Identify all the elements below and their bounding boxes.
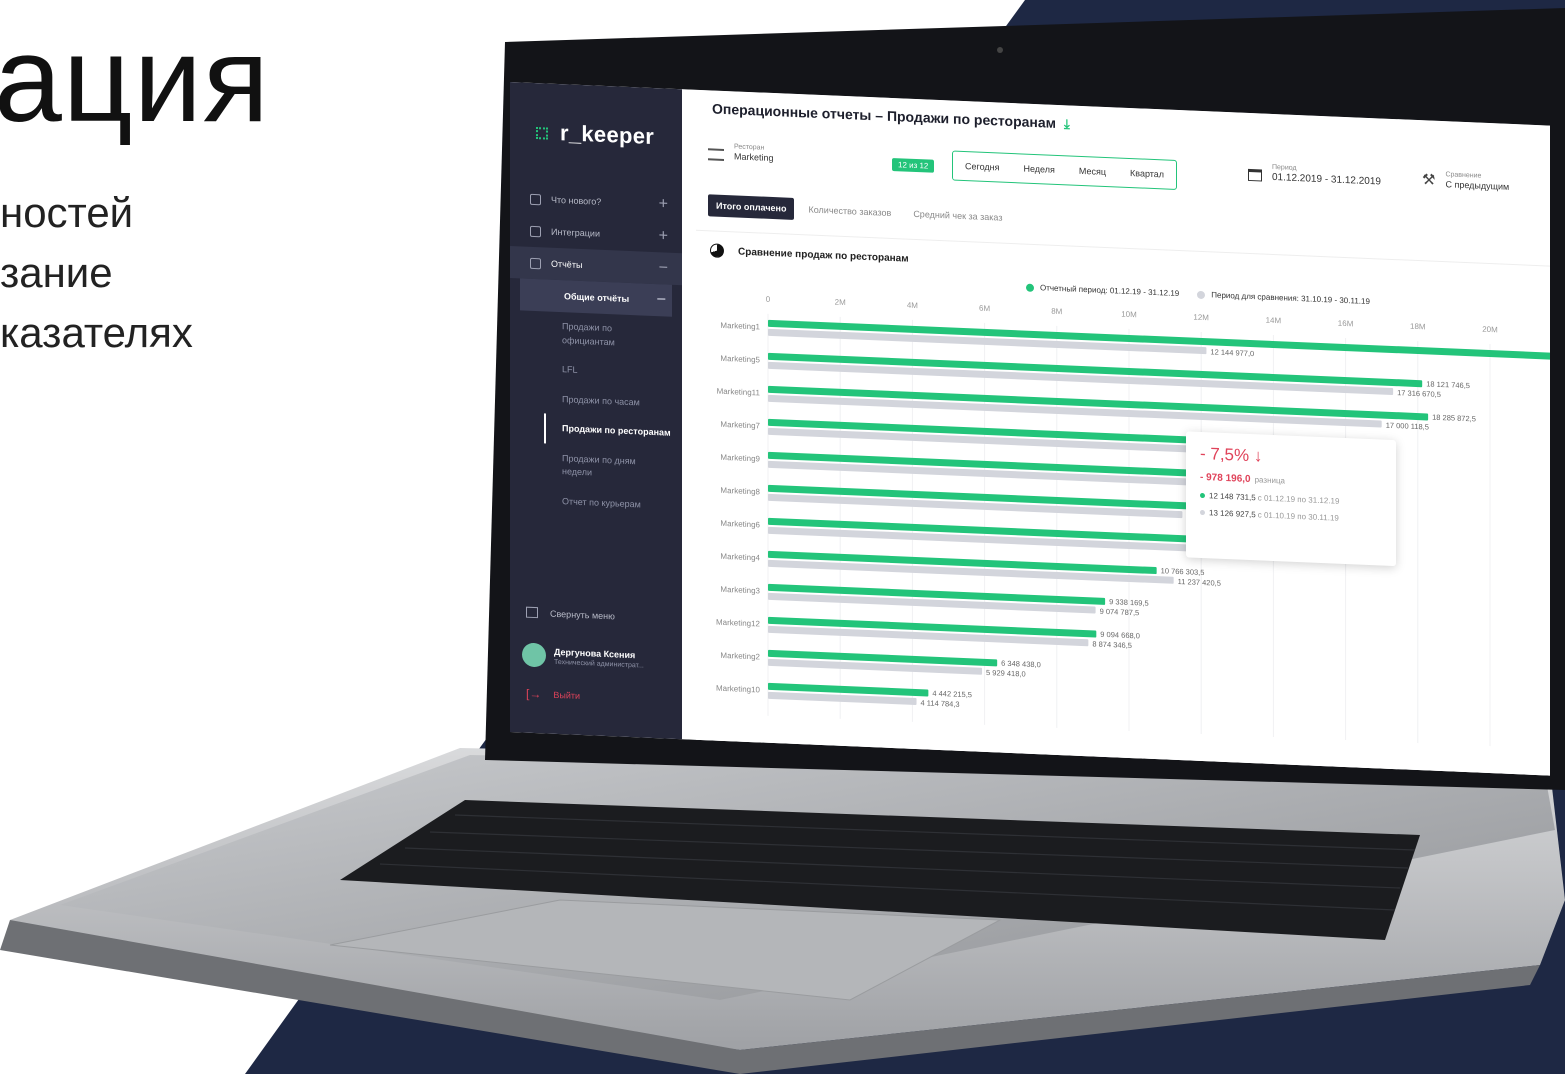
x-tick-label: 8M xyxy=(1051,307,1062,316)
data-label: 9 338 169,5 xyxy=(1109,597,1149,608)
pie-chart-icon xyxy=(710,243,724,258)
expand-plus-icon[interactable]: + xyxy=(659,195,668,213)
sidebar-item-general-reports[interactable]: Общие отчёты − xyxy=(520,278,672,317)
sidebar-link-hours[interactable]: Продажи по часам xyxy=(510,383,660,419)
category-label: Marketing2 xyxy=(720,651,760,662)
collapse-minus-icon[interactable]: − xyxy=(659,259,668,277)
x-tick-label: 18M xyxy=(1410,322,1426,332)
tooltip-current-dot xyxy=(1200,492,1205,499)
tab-month[interactable]: Месяц xyxy=(1067,165,1118,177)
sidebar-nav: Что нового? + Интеграции + Отчёты − Общи… xyxy=(510,182,694,521)
logo[interactable]: r_keeper xyxy=(536,119,654,150)
tab-average-check[interactable]: Средний чек за заказ xyxy=(905,203,1010,229)
x-tick-label: 4M xyxy=(907,301,918,310)
avatar xyxy=(522,642,546,668)
x-tick-label: 2M xyxy=(835,298,846,307)
data-label: 8 874 346,5 xyxy=(1092,639,1132,650)
tooltip-current: 12 148 731,5 с 01.12.19 по 31.12.19 xyxy=(1200,491,1382,508)
data-label: 9 094 668,0 xyxy=(1100,630,1140,641)
logout-icon: [→ xyxy=(526,686,542,702)
category-label: Marketing11 xyxy=(717,387,761,398)
data-label: 11 237 420,5 xyxy=(1178,577,1221,588)
compare-select[interactable]: ⚒ Сравнение С предыдущим xyxy=(1422,170,1509,192)
data-label: 9 074 787,5 xyxy=(1100,607,1140,618)
logout-button[interactable]: [→ Выйти xyxy=(526,687,580,703)
data-label: 5 929 418,0 xyxy=(986,668,1026,679)
store-select[interactable]: Ресторан Marketing xyxy=(708,142,774,163)
legend-current-dot xyxy=(1026,283,1034,292)
chart-tooltip: - 7,5% ↓ - 978 196,0 разница 12 148 731,5… xyxy=(1186,431,1396,567)
bar-chart: 0 2M 4M 6M 8M 10M 12M 14M 16M 18M 20M Marketing1 12 … xyxy=(716,295,1550,747)
tab-today[interactable]: Сегодня xyxy=(953,161,1012,173)
collapse-menu-button[interactable]: Свернуть меню xyxy=(526,606,615,622)
user-profile[interactable]: Дергунова Ксения Технический администрат… xyxy=(522,642,644,672)
download-icon[interactable]: ⤓ xyxy=(1064,116,1070,131)
x-tick-label: 16M xyxy=(1338,319,1354,329)
tab-order-count[interactable]: Количество заказов xyxy=(800,198,899,224)
data-label: 18 285 872,5 xyxy=(1432,413,1476,424)
period-picker[interactable]: Период 01.12.2019 - 31.12.2019 xyxy=(1248,163,1381,188)
data-label: 17 316 670,5 xyxy=(1397,388,1441,399)
category-label: Marketing3 xyxy=(720,585,760,596)
category-label: Marketing7 xyxy=(720,420,760,431)
chart-panel: Сравнение продаж по ресторанам Отчетный … xyxy=(696,229,1550,776)
data-label: 18 121 746,5 xyxy=(1426,379,1470,390)
sidebar-link-waiters[interactable]: Продажи по официантам xyxy=(510,310,660,359)
category-label: Marketing10 xyxy=(716,684,761,695)
tooltip-percent: - 7,5% ↓ xyxy=(1200,443,1263,466)
category-label: Marketing4 xyxy=(720,552,760,563)
menu-grid-icon xyxy=(536,127,548,140)
category-label: Marketing9 xyxy=(720,453,760,464)
tooltip-difference: - 978 196,0 разница xyxy=(1200,471,1286,486)
store-count-badge: 12 из 12 xyxy=(892,158,935,173)
data-label: 4 442 215,5 xyxy=(932,689,972,700)
data-label: 12 144 977,0 xyxy=(1210,347,1254,358)
store-icon xyxy=(708,148,724,161)
calendar-icon xyxy=(1248,168,1262,182)
sidebar: r_keeper Что нового? + Интеграции + Отчё… xyxy=(510,82,694,740)
expand-plus-icon[interactable]: + xyxy=(659,227,668,245)
collapse-minus-icon[interactable]: − xyxy=(657,291,666,309)
data-label: 10 766 303,5 xyxy=(1161,566,1205,577)
panel-title: Сравнение продаж по ресторанам xyxy=(710,243,909,265)
tab-total-paid[interactable]: Итого оплачено xyxy=(708,194,795,220)
sidebar-collapse-icon xyxy=(526,606,538,619)
rocket-icon xyxy=(530,193,541,205)
legend-current[interactable]: Отчетный период: 01.12.19 - 31.12.19 xyxy=(1026,283,1179,298)
sidebar-link-couriers[interactable]: Отчет по курьерам xyxy=(510,485,660,521)
category-label: Marketing5 xyxy=(720,354,760,365)
page-title: Операционные отчеты – Продажи по рестора… xyxy=(712,100,1070,132)
tools-icon: ⚒ xyxy=(1422,171,1436,189)
sidebar-link-weekdays[interactable]: Продажи по дням недели xyxy=(510,442,660,491)
chart-icon xyxy=(530,257,541,269)
main-content: Операционные отчеты – Продажи по рестора… xyxy=(682,89,1550,776)
tooltip-compare-dot xyxy=(1200,509,1205,516)
x-tick-label: 20M xyxy=(1482,325,1498,335)
legend-compare[interactable]: Период для сравнения: 31.10.19 - 30.11.1… xyxy=(1197,290,1370,306)
category-label: Marketing12 xyxy=(716,618,761,629)
tab-quarter[interactable]: Квартал xyxy=(1118,167,1176,179)
user-role: Технический администрат... xyxy=(554,658,644,670)
x-tick-label: 0 xyxy=(766,295,771,304)
category-label: Marketing6 xyxy=(720,519,760,530)
data-label: 6 348 438,0 xyxy=(1001,659,1041,670)
tab-week[interactable]: Неделя xyxy=(1012,163,1067,175)
x-tick-label: 6M xyxy=(979,304,990,313)
grid-icon xyxy=(530,225,541,237)
app-screen: r_keeper Что нового? + Интеграции + Отчё… xyxy=(510,82,1550,776)
tooltip-compare: 13 126 927,5 с 01.10.19 по 30.11.19 xyxy=(1200,508,1382,525)
period-tabs: Сегодня Неделя Месяц Квартал xyxy=(952,150,1178,190)
data-label: 4 114 784,3 xyxy=(921,698,960,709)
category-label: Marketing8 xyxy=(720,486,760,497)
x-tick-label: 10M xyxy=(1121,310,1137,320)
data-label: 17 000 118,5 xyxy=(1386,421,1429,432)
x-tick-label: 12M xyxy=(1193,313,1209,323)
category-label: Marketing1 xyxy=(720,321,760,332)
x-tick-label: 14M xyxy=(1266,316,1282,326)
legend-compare-dot xyxy=(1197,290,1206,299)
